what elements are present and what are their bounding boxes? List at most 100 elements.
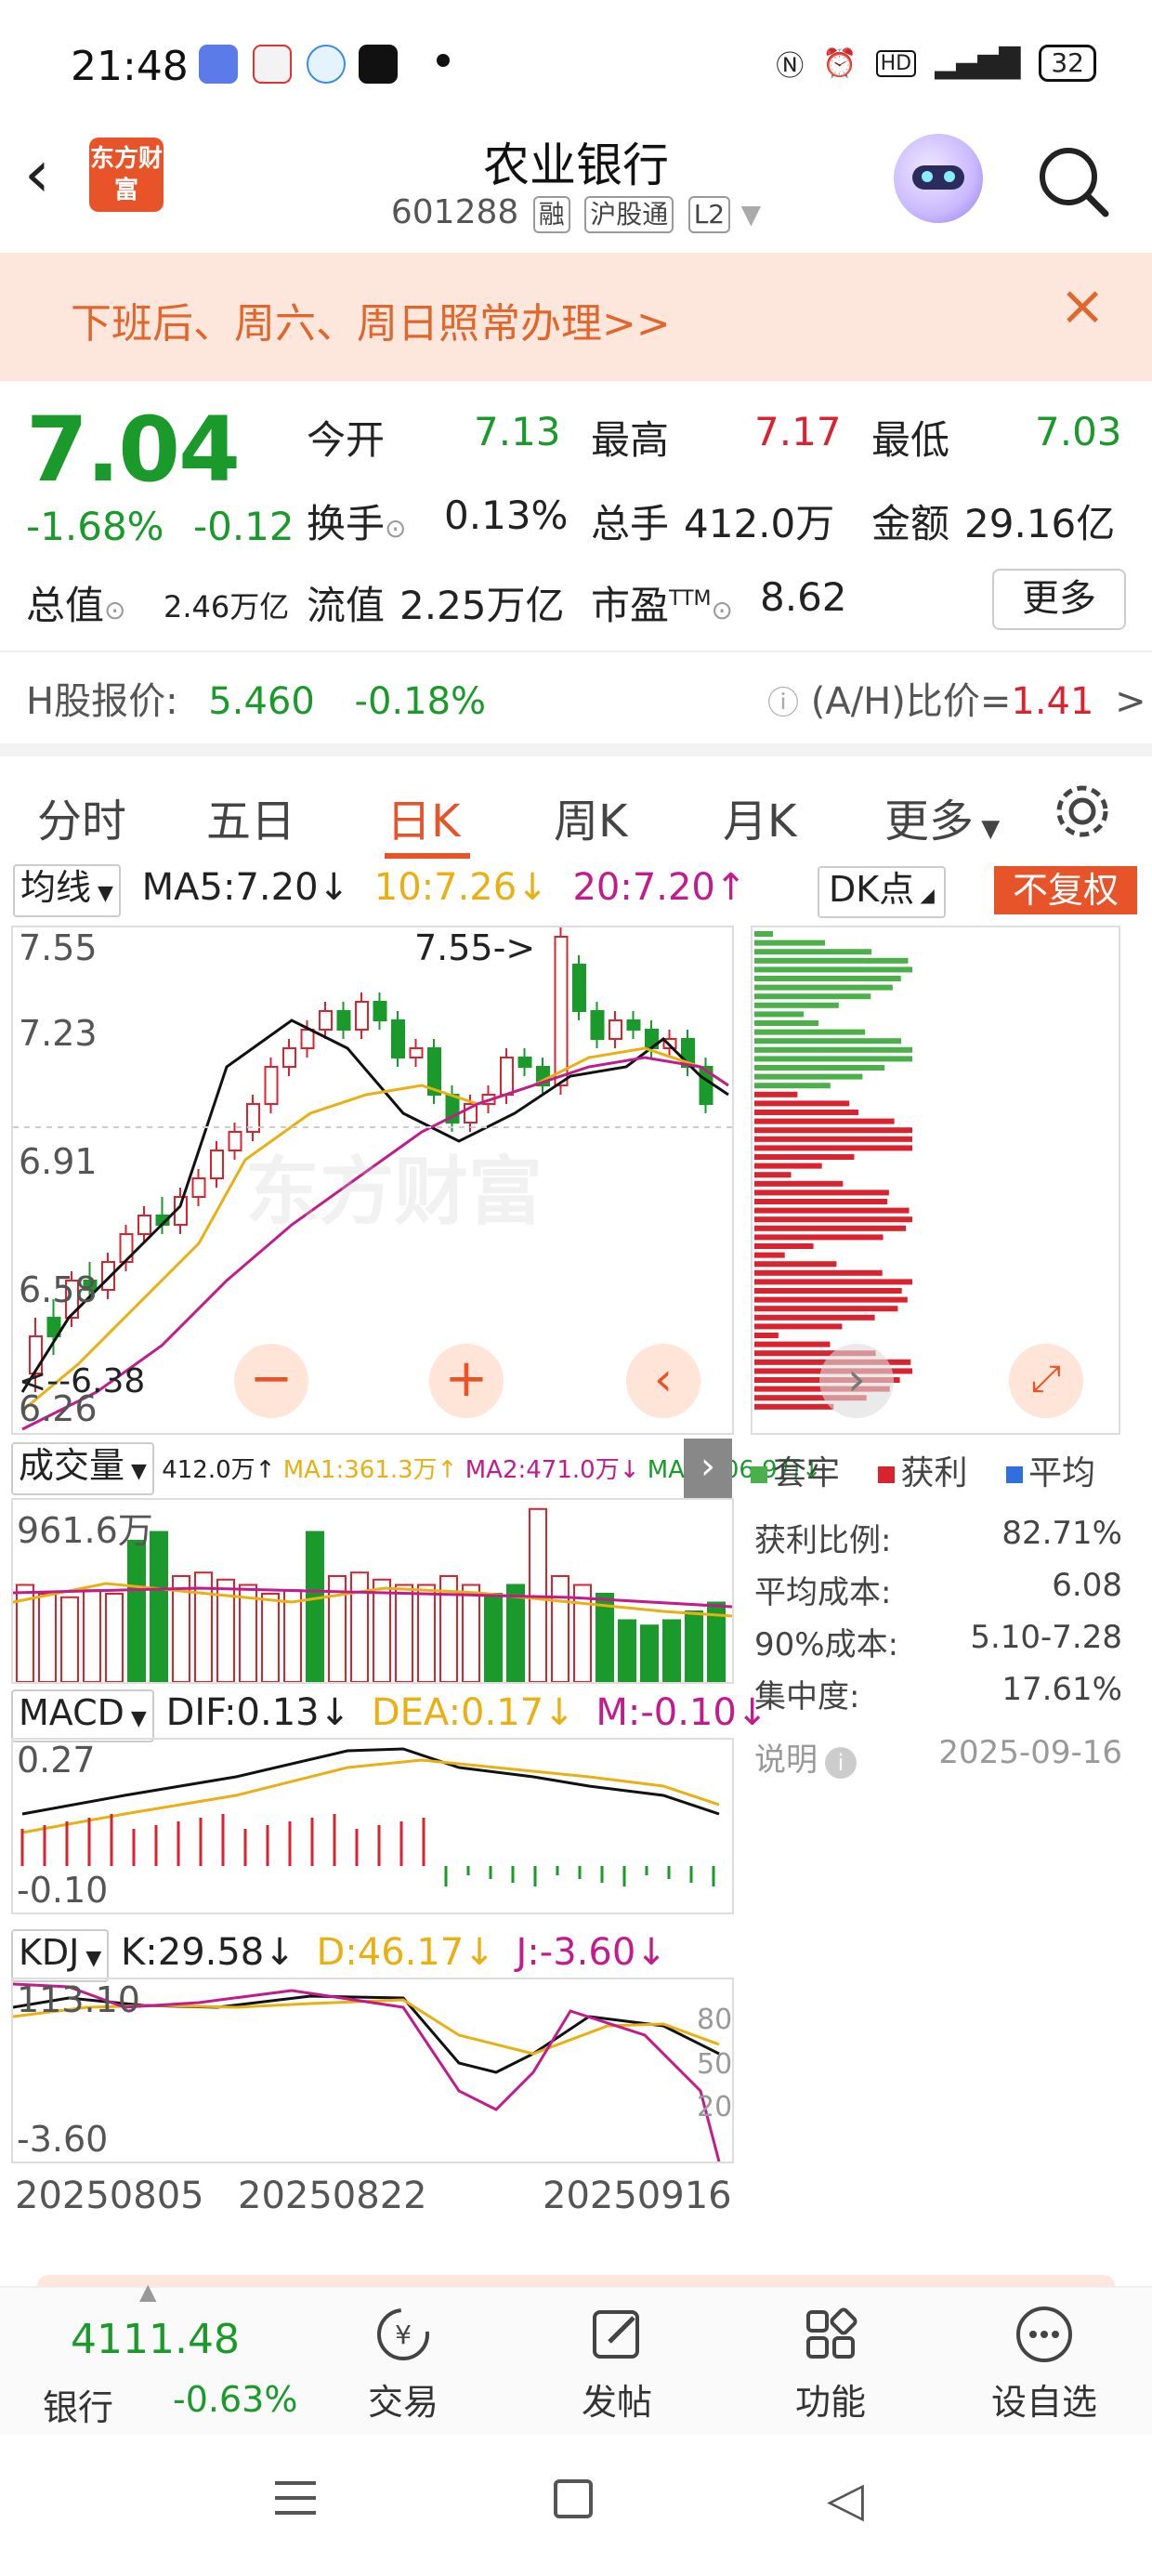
chip-bar: [754, 1110, 858, 1115]
legend-trapped: 套牢: [773, 1454, 841, 1492]
h-share-label: H股报价:: [26, 680, 178, 723]
ma10-value: 10:7.26↓: [373, 866, 548, 909]
volume-bar: [618, 1619, 636, 1683]
volume-bar: [551, 1575, 569, 1683]
volume-bar: [640, 1624, 659, 1683]
tab-intraday[interactable]: 分时: [37, 784, 126, 849]
add-watchlist-button[interactable]: 设自选: [951, 2305, 1137, 2425]
index-value[interactable]: 4111.48: [71, 2316, 240, 2363]
low-label: 最低: [871, 417, 950, 463]
collapsed-panel-edge: [37, 2275, 1115, 2286]
post-button[interactable]: 发帖: [524, 2305, 710, 2425]
ma-row: 均线 ▼ MA5:7.20↓ 10:7.26↓ 20:7.20↑: [13, 864, 746, 917]
tab-daily-k[interactable]: 日K: [386, 784, 460, 849]
banner-text: 下班后、周六、周日照常办理>>: [71, 300, 671, 348]
kdj-selector[interactable]: KDJ ▼: [11, 1929, 110, 1982]
home-icon[interactable]: [554, 2479, 593, 2518]
tab-monthly-k[interactable]: 月K: [723, 784, 796, 849]
ma-selector[interactable]: 均线 ▼: [13, 864, 121, 917]
gear-icon[interactable]: [1052, 781, 1113, 842]
functions-button[interactable]: 功能: [738, 2305, 923, 2425]
assistant-avatar[interactable]: [894, 134, 983, 223]
volume-bar: [261, 1593, 280, 1683]
zoom-out-button[interactable]: −: [234, 1344, 308, 1418]
fullscreen-icon[interactable]: ⤢: [1009, 1344, 1083, 1418]
candle-body: [409, 1047, 424, 1058]
ah-ratio[interactable]: ⓘ (A/H)比价=1.41 >: [767, 671, 1146, 725]
index-change: -0.63%: [173, 2379, 298, 2420]
volume-ma1: MA1:361.3万: [282, 1456, 438, 1484]
candle-body: [373, 1001, 387, 1021]
chip-bar: [754, 976, 901, 981]
chip-bar: [754, 1207, 910, 1214]
kline-axis-4: 6.58: [19, 1269, 98, 1310]
float-value: 2.25万亿: [399, 583, 565, 628]
tab-weekly-k[interactable]: 周K: [554, 784, 627, 849]
stat-profit-ratio: 获利比例: 82.71%: [754, 1515, 1122, 1559]
volume-bar: [395, 1584, 413, 1683]
chip-bar: [754, 1306, 898, 1312]
candle-body: [137, 1215, 151, 1235]
h-share-row[interactable]: H股报价: 5.460 -0.18%: [26, 671, 486, 725]
promo-banner[interactable]: 下班后、周六、周日照常办理>> ×: [0, 253, 1152, 381]
status-icons: Ⓝ ⏰ HD ▂▄▆█ 32: [776, 43, 1096, 84]
divider: [0, 651, 1152, 652]
tag-level2: L2: [687, 196, 731, 233]
macd-dif-line: [21, 1747, 720, 1816]
macd-selector[interactable]: MACD ▼: [11, 1689, 154, 1742]
chip-bar: [754, 1046, 912, 1053]
chip-bar: [754, 1100, 850, 1107]
high-marker: 7.55->: [414, 927, 536, 968]
candle-body: [500, 1057, 514, 1096]
candle-body: [319, 1010, 333, 1031]
zoom-in-button[interactable]: +: [429, 1344, 504, 1418]
close-icon[interactable]: ×: [1059, 273, 1106, 338]
volume-value: 412.0万: [162, 1456, 255, 1484]
chip-bar: [754, 966, 912, 973]
chip-distribution-chart[interactable]: › ⤢: [751, 926, 1120, 1435]
search-icon[interactable]: [1031, 139, 1115, 223]
volume-bar: [83, 1589, 101, 1683]
tag-margin: 融: [532, 196, 570, 233]
chip-scroll-button[interactable]: ›: [819, 1344, 894, 1418]
low-marker: <--6.38: [19, 1362, 146, 1400]
chip-bar: [754, 1038, 902, 1045]
kline-chart[interactable]: 7.55 7.23 6.91 6.58 6.26 7.55-> <--6.38 …: [11, 926, 734, 1435]
chip-bar: [754, 1403, 834, 1410]
menu-icon[interactable]: [275, 2481, 316, 2515]
adjust-mode-button[interactable]: 不复权: [994, 866, 1137, 914]
expand-panel-button[interactable]: ›: [684, 1439, 732, 1498]
dk-point-toggle[interactable]: DK点 ◢: [818, 866, 946, 918]
stat-90-cost: 90%成本: 5.10-7.28: [754, 1619, 1122, 1663]
app-notification-icon: [199, 45, 238, 84]
status-time: 21:48: [71, 43, 189, 90]
date-end: 20250916: [543, 2175, 732, 2217]
more-button[interactable]: 更多: [992, 569, 1126, 630]
kdj-k: K:29.58: [121, 1931, 265, 1974]
tag-connect: 沪股通: [584, 196, 674, 233]
chip-bar: [754, 940, 826, 946]
stat-average-cost: 平均成本: 6.08: [754, 1567, 1122, 1611]
trade-icon: ¥: [377, 2308, 429, 2360]
amount-value: 29.16亿: [964, 501, 1116, 546]
chip-bar: [754, 949, 872, 955]
stock-code-row[interactable]: 601288 融 沪股通 L2 ▼: [0, 193, 1152, 233]
expand-up-icon[interactable]: ▲: [139, 2279, 156, 2305]
scroll-left-button[interactable]: ‹: [626, 1344, 700, 1418]
info-icon: i: [825, 1747, 857, 1779]
volume-selector[interactable]: 成交量 ▼: [11, 1442, 154, 1495]
chip-note[interactable]: 说明 i 2025-09-16: [754, 1734, 1122, 1780]
tab-five-day[interactable]: 五日: [206, 784, 295, 849]
trade-button[interactable]: ¥ 交易: [310, 2305, 496, 2425]
high-label: 最高: [591, 417, 670, 463]
open-value: 7.13: [474, 409, 561, 454]
tab-more[interactable]: 更多 ▼: [884, 784, 1000, 849]
hd-icon: HD: [875, 49, 917, 77]
macd-dif: DIF:0.13: [165, 1691, 320, 1734]
chevron-down-icon: ▼: [740, 199, 762, 230]
volume-bar: [506, 1584, 525, 1683]
chip-bar: [754, 1172, 792, 1178]
battery-icon: 32: [1039, 45, 1096, 82]
back-nav-icon[interactable]: ◁: [827, 2472, 864, 2528]
chip-bar: [754, 1243, 814, 1249]
